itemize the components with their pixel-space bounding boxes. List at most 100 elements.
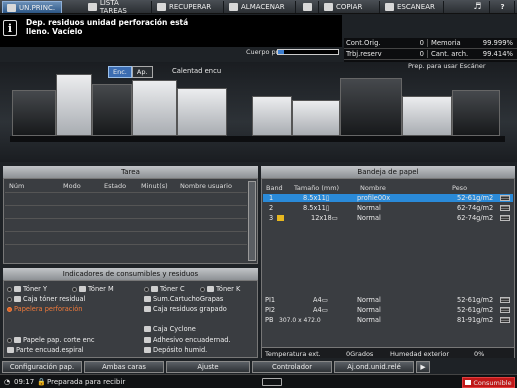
consumable-trim-waste: Papele pap. corte enc [7,336,95,344]
tab-task-list[interactable]: LISTA TAREAS [84,0,152,15]
task-scrollbar[interactable] [248,181,256,261]
machine-module [92,84,132,136]
machine-illustration[interactable] [0,62,517,162]
tray-paper-name: Normal [357,306,381,314]
consumable-alert-label: Consumible [473,378,512,387]
relay-unit-curl-adjust-button[interactable]: Aj.ond.unid.relé [334,361,414,373]
tray-number: 3 [269,214,274,222]
consumable-toner-y: Tóner Y [7,285,47,293]
trim-icon [14,337,21,343]
tray-weight: 52-61g/m2 [457,306,494,314]
next-page-button[interactable]: ▶ [416,361,430,373]
copy-icon [324,3,333,11]
counter-label: Trbj.reserv [346,50,382,58]
tray-column-header: Band [266,184,283,192]
warmup-status: Calentad encu [172,67,222,75]
tray-weight: 52-61g/m2 [457,296,494,304]
tray-row-1[interactable]: 1 8.5x11▯ profile00x 52-61g/m2 [263,194,513,202]
consumable-label: Papelera perforación [14,305,83,313]
consumable-label: Depósito humid. [153,346,208,354]
tray-size: A4▭ [313,306,328,314]
task-column-header: Nombre usuario [180,182,232,190]
paper-setting-button[interactable]: Configuración pap. [2,361,82,373]
help-icon: ? [500,3,505,11]
power-toggle[interactable]: Enc. Ap. [108,66,153,78]
tray-weight: 52-61g/m2 [457,194,494,202]
tray-row-pi1[interactable]: PI1 A4▭ Normal 52-61g/m2 [263,296,513,304]
paper-tray-panel-title: Bandeja de papel [261,166,515,178]
cyclone-icon [144,326,151,332]
tray-size: A4▭ [313,296,328,304]
tab-home[interactable]: UN.PRINC. [2,1,62,13]
tray-weight: 62-74g/m2 [457,214,494,222]
tray-weight: 81-91g/m2 [457,316,494,324]
status-dot [200,286,205,292]
warning-message-line2: lleno. Vacíelo [26,27,83,36]
power-off-button[interactable]: Ap. [131,66,153,78]
top-tab-bar: UN.PRINC. LISTA TAREAS RECUPERAR ALMACEN… [0,0,517,15]
consumable-staple-waste: Caja residuos grapado [144,305,227,313]
machine-module [252,96,292,136]
tray-row-2[interactable]: 2 8.5x11▯ Normal 62-74g/m2 [263,204,513,212]
consumable-toner-k: Tóner K [200,285,240,293]
controller-button[interactable]: Controlador [252,361,332,373]
tab-recall[interactable]: RECUPERAR [153,1,224,13]
lock-icon: 🔒 [37,378,46,386]
arrow-right-icon: ▶ [420,363,426,371]
duplex-button[interactable]: Ambas caras [84,361,164,373]
machine-base [10,136,505,142]
tray-column-header: Tamaño (mm) [294,184,340,192]
machine-module [292,100,340,136]
tray-size: 307.0 x 472.0 [279,316,321,324]
machine-module [402,96,452,136]
task-column-header: Estado [104,182,127,190]
tray-column-header: Nombre [360,184,386,192]
counter-value: 0 [406,39,428,47]
temperature-value: 0Grados [346,350,374,358]
warning-message[interactable]: Dep. residuos unidad perforación está ll… [26,18,241,36]
tray-alert-icon [277,215,284,221]
tray-row-pi2[interactable]: PI2 A4▭ Normal 52-61g/m2 [263,306,513,314]
task-row [5,231,247,232]
consumable-staple-cartridge: Sum.CartuchoGrapas [144,295,223,303]
consumable-label: Tóner K [216,285,241,293]
tab-home-label: UN.PRINC. [19,3,56,12]
tab-store[interactable]: ALMACENAR [225,1,296,13]
main-engine [340,78,402,136]
temperature-label: Temperatura ext. [265,350,321,358]
status-dot [144,286,149,292]
task-panel[interactable] [3,178,258,264]
counters-panel: Cont.Orig. 0 Memoria 99.999% Trbj.reserv… [344,38,517,62]
waste-box-icon [14,296,21,302]
tab-scan-copy[interactable] [297,1,319,13]
tray-row-3[interactable]: 3 12x18▭ Normal 62-74g/m2 [263,214,513,222]
feeder-unit [12,90,56,136]
consumable-label: Papele pap. corte enc [23,336,95,344]
consumable-punch-waste[interactable]: Papelera perforación [7,305,82,313]
consumable-label: Sum.CartuchoGrapas [153,295,224,303]
tab-copy[interactable]: COPIAR [320,1,380,13]
counter-row: Cont.Orig. 0 Memoria 99.999% [344,38,517,49]
tray-column-header: Peso [452,184,468,192]
tray-size: 12x18▭ [311,214,338,222]
humidifier-icon [144,347,151,353]
volume-button[interactable]: ♬ [466,1,490,13]
power-on-button[interactable]: Enc. [108,66,132,78]
humidity-label: Humedad exterior [390,350,450,358]
help-button[interactable]: ? [491,1,515,13]
tab-scan[interactable]: ESCANEAR [381,1,444,13]
tab-copy-label: COPIAR [336,3,363,11]
coil-icon [7,347,14,353]
warning-message-line1: Dep. residuos unidad perforación está [26,18,189,27]
consumable-alert-button[interactable]: Consumible [462,377,515,388]
keyboard-icon[interactable] [262,378,282,386]
tray-size: 8.5x11▯ [303,204,330,212]
tray-row-pb[interactable]: PB 307.0 x 472.0 Normal 81-91g/m2 [263,316,513,324]
consumable-humidifier-tank: Depósito humid. [144,346,207,354]
home-icon [7,3,16,12]
tray-level-indicator [500,195,510,201]
scan-icon [385,3,394,11]
adjustment-button[interactable]: Ajuste [166,361,250,373]
machine-module [177,88,227,136]
tray-level-indicator [500,307,510,313]
